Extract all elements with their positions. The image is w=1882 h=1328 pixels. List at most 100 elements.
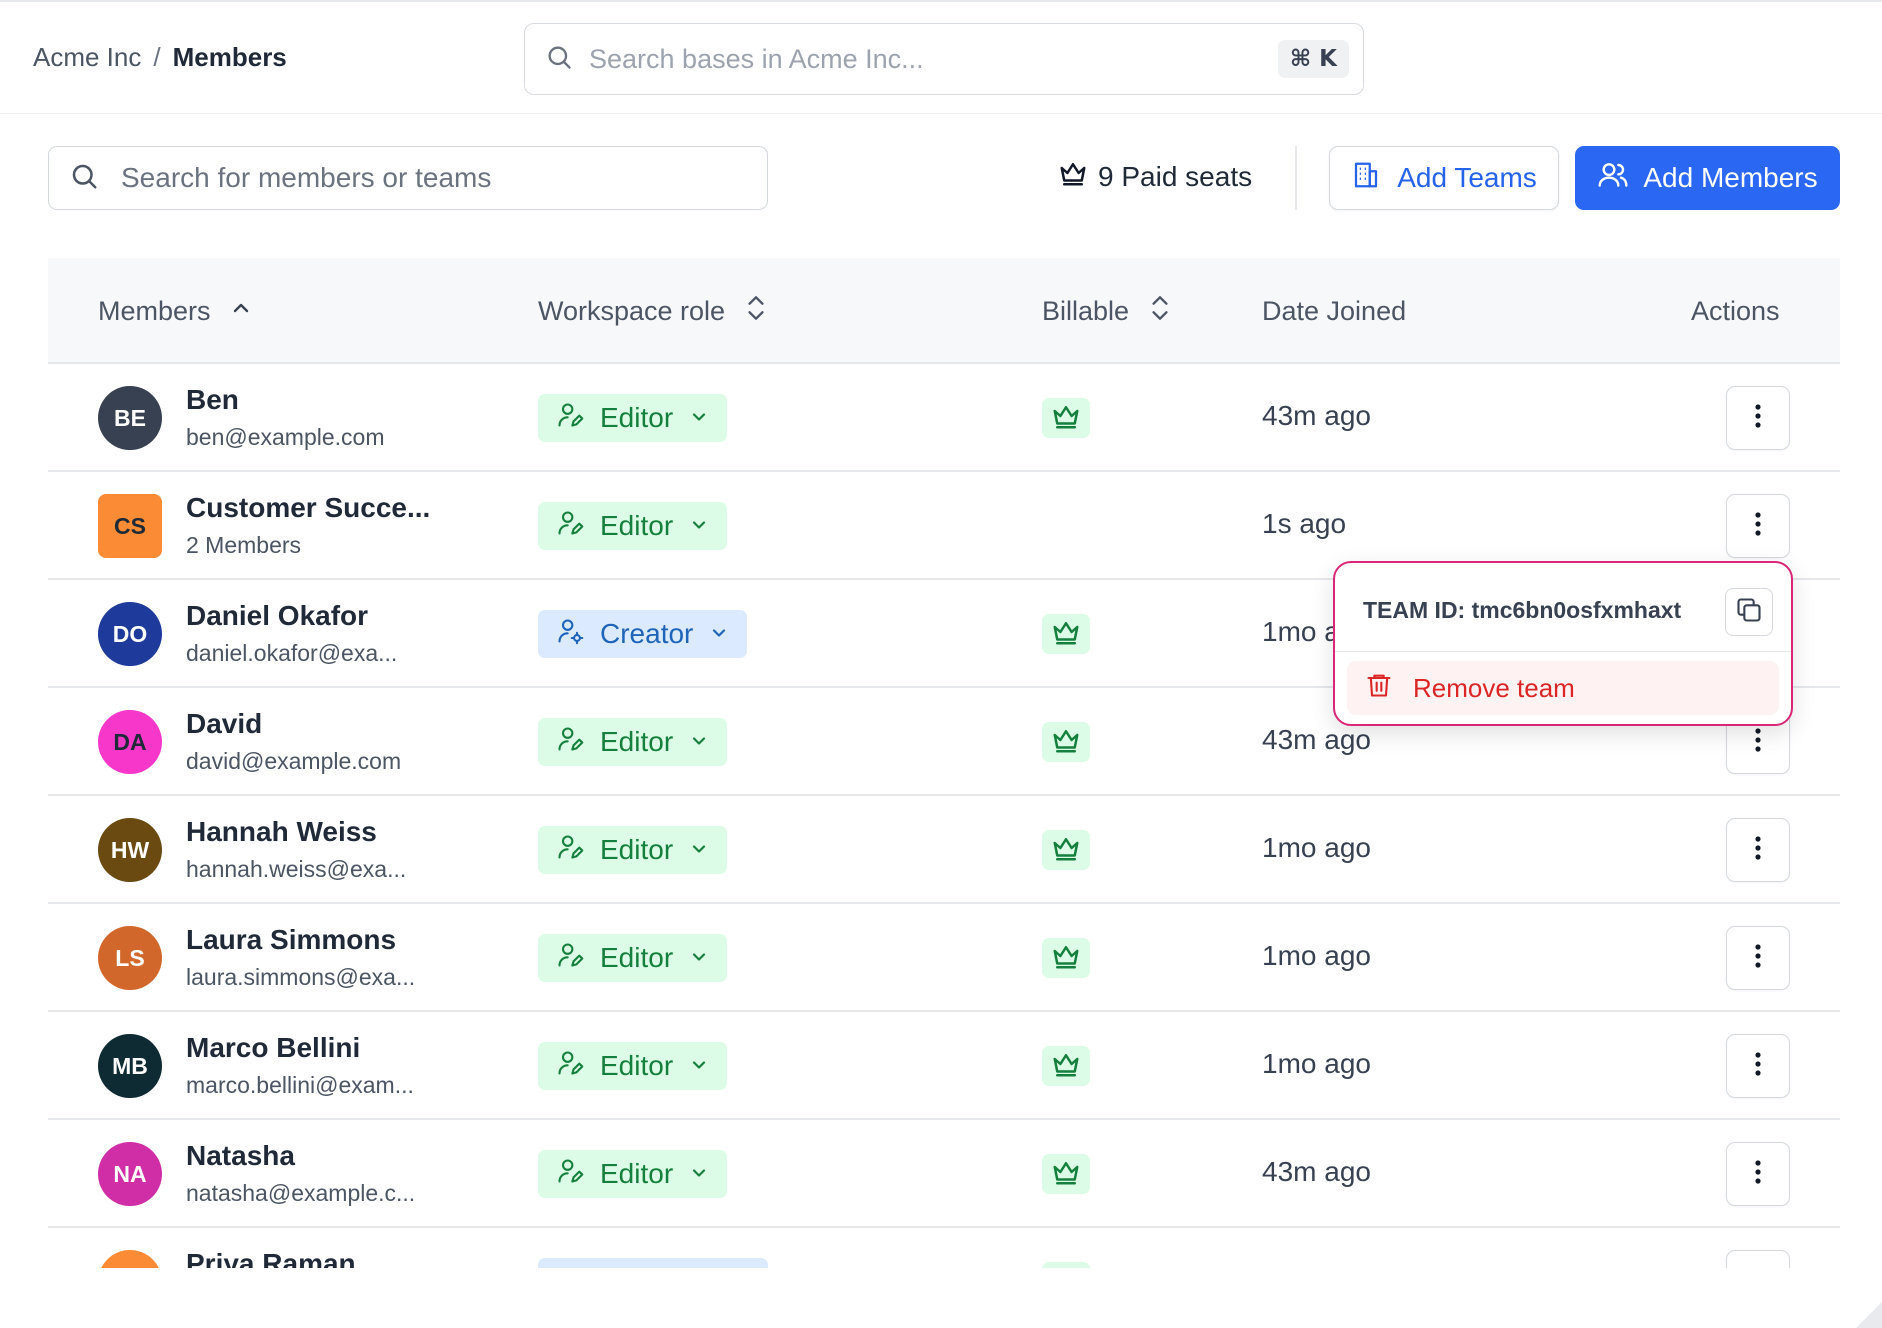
team-name: Customer Succe... bbox=[186, 492, 431, 523]
sort-icon bbox=[1147, 293, 1173, 330]
global-search-input[interactable] bbox=[589, 43, 1278, 75]
role-dropdown[interactable]: Editor bbox=[538, 1042, 728, 1090]
chevron-down-icon bbox=[689, 1050, 709, 1082]
avatar bbox=[98, 1250, 162, 1268]
crown-icon bbox=[1051, 1049, 1081, 1084]
row-actions-button[interactable] bbox=[1726, 818, 1790, 882]
billable-badge bbox=[1042, 1154, 1090, 1194]
avatar: BE bbox=[98, 386, 162, 450]
column-header-members[interactable]: Members bbox=[98, 258, 253, 364]
user-edit-icon bbox=[556, 941, 584, 976]
crown-icon bbox=[1051, 617, 1081, 652]
row-actions-button[interactable] bbox=[1726, 1250, 1790, 1268]
avatar-initials: MB bbox=[112, 1052, 148, 1079]
column-header-billable[interactable]: Billable bbox=[1042, 258, 1173, 364]
date-joined: 1s ago bbox=[1262, 508, 1347, 539]
add-teams-button[interactable]: Add Teams bbox=[1329, 146, 1559, 210]
avatar-initials: DA bbox=[113, 728, 147, 755]
breadcrumb-separator: / bbox=[153, 42, 161, 72]
role-dropdown[interactable] bbox=[538, 1258, 768, 1268]
role-label: Editor bbox=[600, 510, 674, 541]
member-name: Natasha bbox=[186, 1140, 295, 1171]
add-members-label: Add Members bbox=[1643, 162, 1818, 193]
paid-seats-label: 9 Paid seats bbox=[1098, 160, 1253, 192]
avatar: CS bbox=[98, 494, 162, 558]
remove-team-label: Remove team bbox=[1413, 672, 1575, 703]
column-label: Billable bbox=[1042, 295, 1130, 326]
avatar: MB bbox=[98, 1034, 162, 1098]
column-header-date-joined[interactable]: Date Joined bbox=[1262, 258, 1406, 364]
toolbar-divider bbox=[1295, 146, 1297, 210]
column-header-workspace-role[interactable]: Workspace role bbox=[538, 258, 769, 364]
row-actions-button[interactable] bbox=[1726, 386, 1790, 450]
column-label: Members bbox=[98, 295, 211, 326]
member-email: natasha@example.c... bbox=[186, 1180, 416, 1206]
role-dropdown[interactable]: Editor bbox=[538, 718, 728, 766]
avatar-initials: HW bbox=[110, 836, 150, 863]
member-name: David bbox=[186, 708, 263, 739]
team-member-count: 2 Members bbox=[186, 532, 302, 558]
date-joined: 43m ago bbox=[1262, 724, 1371, 755]
chevron-down-icon bbox=[689, 942, 709, 974]
member-name: Laura Simmons bbox=[186, 924, 397, 955]
copy-icon bbox=[1735, 596, 1763, 629]
breadcrumb: Acme Inc / Members bbox=[33, 42, 287, 73]
member-name: Hannah Weiss bbox=[186, 816, 377, 847]
member-email: daniel.okafor@exa... bbox=[186, 640, 398, 666]
billable-badge bbox=[1042, 398, 1090, 438]
breadcrumb-parent-link[interactable]: Acme Inc bbox=[33, 42, 141, 73]
user-edit-icon bbox=[556, 833, 584, 868]
crown-icon bbox=[1051, 941, 1081, 976]
billable-badge bbox=[1042, 614, 1090, 654]
shortcut-hint: ⌘ K bbox=[1277, 40, 1349, 78]
role-dropdown[interactable]: Editor bbox=[538, 394, 728, 442]
member-search-box[interactable] bbox=[48, 146, 768, 210]
row-actions-button[interactable] bbox=[1726, 494, 1790, 558]
member-email: ben@example.com bbox=[186, 424, 385, 450]
table-row: HW Hannah Weiss hannah.weiss@exa... Edit… bbox=[48, 796, 1840, 904]
role-label: Editor bbox=[600, 1050, 674, 1081]
search-icon bbox=[69, 161, 99, 196]
member-email: hannah.weiss@exa... bbox=[186, 856, 407, 882]
chevron-up-icon bbox=[229, 296, 253, 327]
role-dropdown[interactable]: Editor bbox=[538, 1150, 728, 1198]
remove-team-menu-item[interactable]: Remove team bbox=[1347, 661, 1779, 715]
row-actions-button[interactable] bbox=[1726, 926, 1790, 990]
member-name: Marco Bellini bbox=[186, 1032, 361, 1063]
copy-team-id-button[interactable] bbox=[1725, 588, 1773, 636]
row-actions-button[interactable] bbox=[1726, 1142, 1790, 1206]
crown-icon bbox=[1058, 158, 1088, 195]
column-label: Actions bbox=[1691, 295, 1780, 326]
more-vertical-icon bbox=[1754, 511, 1762, 542]
role-dropdown[interactable]: Editor bbox=[538, 502, 728, 550]
trash-icon bbox=[1365, 671, 1393, 706]
column-label: Workspace role bbox=[538, 295, 726, 326]
more-vertical-icon bbox=[1754, 727, 1762, 758]
user-edit-icon bbox=[556, 725, 584, 760]
billable-badge bbox=[1042, 722, 1090, 762]
crown-icon bbox=[1051, 1157, 1081, 1192]
table-row: BE Ben ben@example.com Editor 43m ago bbox=[48, 364, 1840, 472]
team-id-label: TEAM ID: tmc6bn0osfxmhaxt bbox=[1363, 597, 1682, 623]
table-row: MB Marco Bellini marco.bellini@exam... E… bbox=[48, 1012, 1840, 1120]
user-edit-icon bbox=[556, 1157, 584, 1192]
member-name: Priya Raman bbox=[186, 1248, 356, 1268]
avatar: DA bbox=[98, 710, 162, 774]
members-table: Members Workspace role Billable Date Joi… bbox=[48, 258, 1840, 1268]
billable-badge bbox=[1042, 1262, 1090, 1268]
crown-icon bbox=[1051, 833, 1081, 868]
add-members-button[interactable]: Add Members bbox=[1575, 146, 1840, 210]
global-search-box[interactable]: ⌘ K bbox=[524, 23, 1364, 95]
role-label: Editor bbox=[600, 726, 674, 757]
building-icon bbox=[1351, 160, 1381, 197]
user-edit-icon bbox=[556, 1049, 584, 1084]
role-dropdown[interactable]: Editor bbox=[538, 826, 728, 874]
role-dropdown[interactable]: Creator bbox=[538, 610, 748, 658]
member-email: laura.simmons@exa... bbox=[186, 964, 416, 990]
member-search-input[interactable] bbox=[121, 162, 747, 194]
team-actions-menu: TEAM ID: tmc6bn0osfxmhaxt Remove team bbox=[1333, 561, 1793, 726]
row-actions-button[interactable] bbox=[1726, 1034, 1790, 1098]
role-dropdown[interactable]: Editor bbox=[538, 934, 728, 982]
sort-icon bbox=[743, 293, 769, 330]
column-header-actions: Actions bbox=[1691, 258, 1780, 364]
